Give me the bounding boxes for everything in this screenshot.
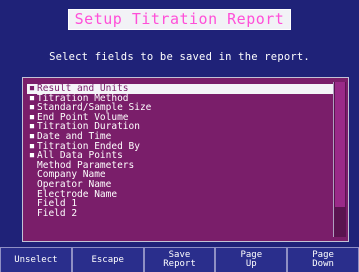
- softkey-label-line1: Unselect: [14, 254, 58, 265]
- instruction-text: Select fields to be saved in the report.: [49, 51, 310, 63]
- checked-mark-icon: ■: [29, 112, 35, 121]
- softkey-escape[interactable]: Escape: [71, 247, 144, 272]
- softkey-label-line2: Report: [163, 259, 196, 269]
- softkey-unselect[interactable]: Unselect: [0, 247, 72, 272]
- softkey-label: Unselect: [14, 254, 58, 265]
- title-bar: Setup Titration Report: [0, 9, 359, 30]
- checked-mark-icon: ■: [29, 84, 35, 92]
- softkey-label: Escape: [91, 254, 124, 265]
- softkey-page-up[interactable]: Page Up: [215, 247, 288, 272]
- softkey-bar: Unselect Escape Save Report Page Up Page Down: [0, 247, 359, 272]
- softkey-label: Page Up: [240, 251, 262, 269]
- fields-list-panel: ■ Result and Units ■ Titration Method ■ Stand…: [22, 77, 349, 242]
- softkey-page-down[interactable]: Page Down: [287, 247, 359, 272]
- checked-mark-icon: ■: [29, 103, 35, 112]
- report-setup-screen: Setup Titration Report Select fields to …: [0, 0, 359, 272]
- softkey-label-line2: Down: [312, 259, 334, 269]
- softkey-label-line1: Escape: [91, 254, 124, 265]
- field-item[interactable]: Field 2: [27, 209, 333, 219]
- field-item-label: Field 2: [37, 207, 78, 219]
- checked-mark-icon: ■: [29, 151, 35, 160]
- page-title: Setup Titration Report: [67, 9, 292, 30]
- checked-mark-icon: ■: [29, 93, 35, 102]
- checked-mark-icon: ■: [29, 122, 35, 131]
- checked-mark-icon: ■: [29, 131, 35, 140]
- list-scrollbar[interactable]: [333, 82, 346, 237]
- softkey-save-report[interactable]: Save Report: [143, 247, 216, 272]
- checked-mark-icon: ■: [29, 141, 35, 150]
- fields-list: ■ Result and Units ■ Titration Method ■ Stand…: [27, 84, 333, 218]
- softkey-label: Page Down: [312, 251, 334, 269]
- softkey-label-line2: Up: [245, 259, 257, 269]
- softkey-label: Save Report: [163, 251, 196, 269]
- scrollbar-thumb[interactable]: [335, 82, 345, 207]
